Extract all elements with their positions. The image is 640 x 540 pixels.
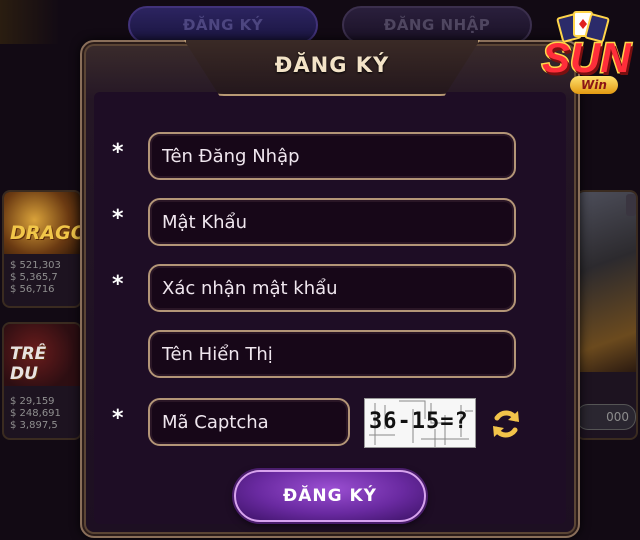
background-login-tab: ĐĂNG NHẬP	[342, 6, 532, 44]
game-card-title: TRÊ DU	[10, 344, 47, 384]
required-mark: *	[112, 406, 124, 431]
username-input[interactable]	[148, 132, 516, 180]
game-card-jackpot: $ 248,691	[10, 408, 61, 419]
background-game-card-right	[576, 190, 638, 440]
game-card-jackpot: $ 3,897,5	[10, 420, 58, 431]
captcha-text: 36-15=?	[369, 409, 469, 434]
dialog-title: ĐĂNG KÝ	[274, 53, 390, 77]
game-card-jackpot: $ 56,716	[10, 284, 55, 295]
confirm-password-input[interactable]	[148, 264, 516, 312]
game-card-jackpot: $ 5,365,7	[10, 272, 58, 283]
username-row: *	[112, 132, 522, 182]
logo-sub-text: Win	[570, 76, 618, 94]
required-mark: *	[112, 272, 124, 297]
required-mark: *	[112, 206, 124, 231]
background-corner	[0, 0, 60, 44]
background-game-card-tren-duoi: TRÊ DU $ 29,159 $ 248,691 $ 3,897,5	[2, 322, 82, 440]
game-card-art	[578, 192, 636, 372]
confirm-password-row: *	[112, 264, 522, 314]
refresh-captcha-button[interactable]	[486, 404, 526, 444]
password-input[interactable]	[148, 198, 516, 246]
display-name-input[interactable]	[148, 330, 516, 378]
dialog-title-plate: ĐĂNG KÝ	[184, 40, 480, 96]
game-card-jackpot: $ 29,159	[10, 396, 55, 407]
captcha-image: 36-15=?	[364, 398, 476, 448]
captcha-input[interactable]	[148, 398, 350, 446]
game-card-jackpot: $ 521,303	[10, 260, 61, 271]
background-register-tab: ĐĂNG KÝ	[128, 6, 318, 44]
refresh-icon	[493, 410, 519, 438]
logo-brand-text: SUN	[541, 33, 633, 83]
register-dialog: ĐĂNG KÝ * * * * 36-15=?	[80, 40, 580, 538]
background-scroll-handle	[626, 194, 636, 216]
register-submit-button[interactable]: ĐĂNG KÝ	[234, 470, 426, 522]
sunwin-logo: SUN Win	[534, 10, 638, 106]
required-mark: *	[112, 140, 124, 165]
password-row: *	[112, 198, 522, 248]
display-name-row	[112, 330, 522, 380]
game-card-title: DRAGO	[10, 222, 82, 244]
background-side-badge: 000	[576, 404, 636, 430]
background-game-card-dragon: DRAGO $ 521,303 $ 5,365,7 $ 56,716	[2, 190, 82, 308]
